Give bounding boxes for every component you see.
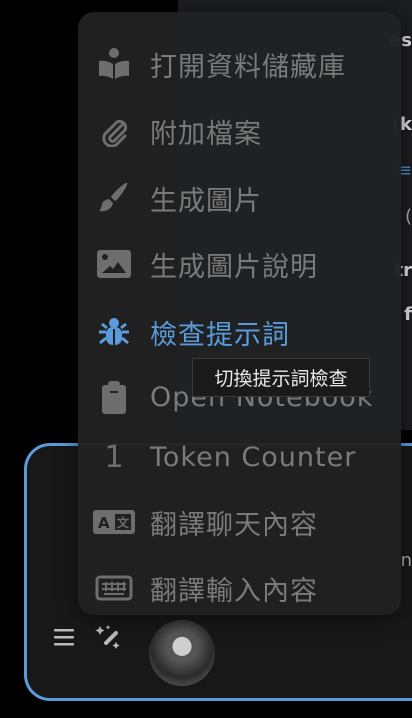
background-text-fragment: n: [400, 550, 412, 571]
bug-icon: [78, 315, 150, 349]
clipboard-icon: [78, 380, 150, 414]
background-text-fragment: f: [404, 304, 412, 325]
menu-item-translate-input[interactable]: 翻譯輸入內容: [78, 558, 401, 618]
menu-item-attach-file[interactable]: 附加檔案: [78, 101, 401, 161]
menu-item-label: 打開資料儲藏庫: [150, 51, 346, 83]
menu-item-generate-image[interactable]: 生成圖片: [78, 168, 401, 228]
svg-text:A: A: [98, 514, 110, 532]
keyboard-icon: [78, 575, 150, 601]
menu-item-image-description[interactable]: 生成圖片說明: [78, 234, 401, 294]
background-text-fragment: (: [404, 206, 412, 227]
menu-item-label: 生成圖片: [150, 185, 262, 217]
menu-item-open-knowledge[interactable]: 打開資料儲藏庫: [78, 34, 401, 94]
menu-item-translate-chat[interactable]: A文 翻譯聊天內容: [78, 492, 401, 552]
translate-icon: A文: [78, 509, 150, 535]
menu-item-label: 翻譯輸入內容: [150, 575, 318, 607]
menu-item-inspect-prompt[interactable]: 檢查提示詞: [78, 302, 401, 362]
book-reader-icon: [78, 47, 150, 81]
tooltip: 切換提示詞檢查: [192, 358, 370, 397]
menu-icon[interactable]: [50, 623, 78, 651]
paintbrush-icon: [78, 181, 150, 215]
menu-item-label: 附加檔案: [150, 118, 262, 150]
number-one-icon: 1: [104, 439, 124, 475]
tools-menu: 打開資料儲藏庫 附加檔案 生成圖片 生成圖片說明 檢查提示詞 Open Note…: [78, 12, 401, 615]
menu-item-label: Token Counter: [150, 441, 357, 473]
image-icon: [78, 249, 150, 279]
paperclip-icon: [78, 115, 150, 147]
composer-toolbar: [50, 622, 124, 652]
menu-item-label: 翻譯聊天內容: [150, 509, 318, 541]
svg-text:文: 文: [117, 515, 130, 530]
menu-item-label: 檢查提示詞: [150, 319, 290, 351]
avatar[interactable]: [149, 620, 215, 686]
menu-item-token-counter[interactable]: 1 Token Counter: [78, 427, 401, 487]
menu-item-label: 生成圖片說明: [150, 251, 318, 283]
magic-wand-icon[interactable]: [94, 622, 124, 652]
